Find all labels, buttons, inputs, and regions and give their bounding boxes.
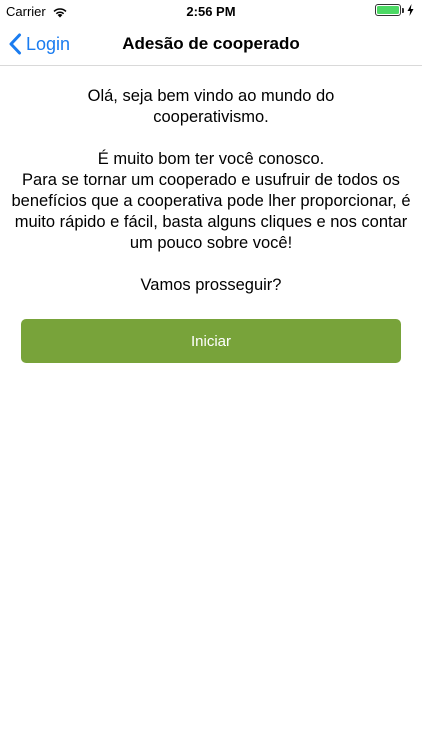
status-bar-right bbox=[375, 4, 414, 16]
charging-bolt-icon bbox=[407, 4, 414, 16]
start-button[interactable]: Iniciar bbox=[21, 319, 401, 363]
question-text: Vamos prosseguir? bbox=[140, 276, 282, 294]
battery-level bbox=[377, 6, 399, 14]
welcome-content: Olá, seja bem vindo ao mundo do cooperat… bbox=[0, 86, 422, 296]
page-title: Adesão de cooperado bbox=[122, 34, 300, 53]
clock: 2:56 PM bbox=[186, 4, 236, 19]
navigation-bar: Login Adesão de cooperado bbox=[0, 22, 422, 66]
status-bar: Carrier 2:56 PM bbox=[0, 0, 422, 22]
welcome-text: É muito bom ter você conosco. bbox=[97, 150, 325, 168]
battery-tip bbox=[402, 7, 404, 13]
greeting-text: Olá, seja bem vindo ao mundo do cooperat… bbox=[87, 87, 335, 126]
battery-icon bbox=[375, 4, 401, 16]
body-text: Para se tornar um cooperado e usufruir d… bbox=[11, 171, 411, 252]
